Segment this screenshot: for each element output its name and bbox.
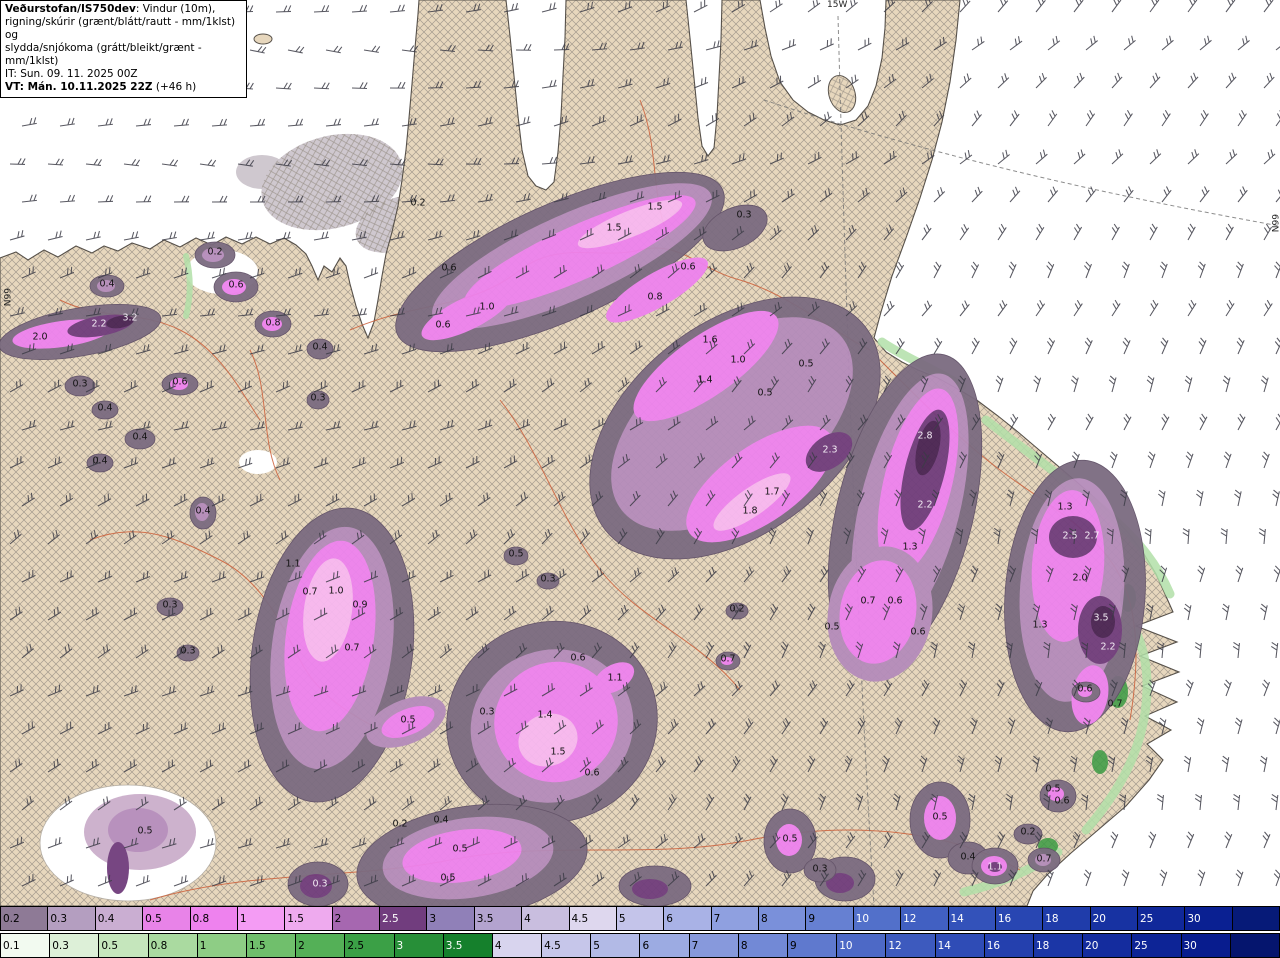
colorbar-cell: 30 xyxy=(1180,934,1230,957)
valid-time-offset: (+46 h) xyxy=(152,81,197,94)
map-graphic xyxy=(0,0,1280,906)
colorbar-cell: 18 xyxy=(1032,934,1083,957)
colorbar-cell: 20 xyxy=(1089,907,1137,930)
colorbar-cell: 3 xyxy=(426,907,474,930)
init-time: IT: Sun. 09. 11. 2025 00Z xyxy=(5,68,138,81)
colorbar-cell: 0.4 xyxy=(94,907,143,930)
colorbar-cell: 1 xyxy=(196,934,246,957)
colorbar-cell: 0.8 xyxy=(147,934,197,957)
rain-colorbar: 0.2 0.3 0.4 0.5 0.8 1 1.5 2 2.5 3 3.5 4 4.5 5 6 7 8 9 10 12… xyxy=(0,906,1280,931)
product-subtitle: : Vindur (10m), xyxy=(135,3,216,15)
sleet-snow-colorbar: 0.1 0.3 0.5 0.8 1 1.5 2 2.5 3 3.5 4 4.5 5 6 7 8 9 10 12 14 1… xyxy=(0,933,1280,958)
colorbar-cell: 0.5 xyxy=(142,907,190,930)
colorbar-cell: 4.5 xyxy=(568,907,616,930)
colorbar-cell: 10 xyxy=(836,934,886,957)
colorbar-cell: 4.5 xyxy=(541,934,591,957)
colorbar-legend: 0.2 0.3 0.4 0.5 0.8 1 1.5 2 2.5 3 3.5 4 4.5 5 6 7 8 9 10 12… xyxy=(0,906,1280,958)
colorbar-cell: 12 xyxy=(900,907,948,930)
colorbar-cell: 6 xyxy=(639,934,689,957)
title-box: Veðurstofan/IS750dev: Vindur (10m), rign… xyxy=(0,0,247,99)
colorbar-cell: 1 xyxy=(236,907,285,930)
colorbar-cell: 2 xyxy=(295,934,345,957)
colorbar-cell: 7 xyxy=(688,934,738,957)
colorbar-cell: 25 xyxy=(1137,907,1185,930)
colorbar-cell: 18 xyxy=(1042,907,1090,930)
weather-forecast-map: 0.2 1.5 1.5 0.3 0.2 0.6 0.6 0.4 0.6 0.8 1.0 2.2 3.2 0… xyxy=(0,0,1280,958)
colorbar-cell: 9 xyxy=(805,907,853,930)
valid-time: VT: Mán. 10.11.2025 22Z xyxy=(5,81,153,94)
colorbar-cell: 0.1 xyxy=(1,934,50,957)
map-canvas: 0.2 1.5 1.5 0.3 0.2 0.6 0.6 0.4 0.6 0.8 1.0 2.2 3.2 0… xyxy=(0,0,1280,906)
colorbar-cell: 0.5 xyxy=(98,934,148,957)
colorbar-cell xyxy=(1229,934,1279,957)
colorbar-cell: 0.3 xyxy=(49,934,99,957)
colorbar-cell: 2 xyxy=(331,907,379,930)
latitude-label-right: 66N xyxy=(1269,214,1279,233)
colorbar-cell: 5 xyxy=(615,907,664,930)
colorbar-cell: 1.5 xyxy=(284,907,332,930)
valid-time-line: VT: Mán. 10.11.2025 22Z (+46 h) xyxy=(5,81,242,94)
colorbar-cell: 14 xyxy=(934,934,984,957)
colorbar-cell: 9 xyxy=(787,934,837,957)
colorbar-cell: 25 xyxy=(1131,934,1181,957)
colorbar-cell: 0.2 xyxy=(1,907,48,930)
colorbar-cell: 6 xyxy=(663,907,711,930)
colorbar-cell: 5 xyxy=(590,934,640,957)
colorbar-cell: 16 xyxy=(983,934,1033,957)
colorbar-cell: 8 xyxy=(758,907,806,930)
colorbar-cell: 3 xyxy=(393,934,443,957)
colorbar-cell xyxy=(1231,907,1280,930)
title-line-1: Veðurstofan/IS750dev: Vindur (10m), xyxy=(5,3,242,16)
colorbar-cell: 8 xyxy=(737,934,787,957)
colorbar-cell: 4 xyxy=(491,934,542,957)
colorbar-cell: 3.5 xyxy=(473,907,522,930)
colorbar-cell: 0.8 xyxy=(189,907,237,930)
legend-line-snow: slydda/snjókoma (grátt/bleikt/grænt - mm… xyxy=(5,42,202,68)
colorbar-cell: 7 xyxy=(710,907,758,930)
colorbar-cell: 12 xyxy=(885,934,935,957)
meridian-label: 15W xyxy=(827,0,848,10)
colorbar-cell: 30 xyxy=(1184,907,1232,930)
colorbar-cell: 2.5 xyxy=(344,934,394,957)
colorbar-cell: 1.5 xyxy=(245,934,296,957)
colorbar-cell: 14 xyxy=(947,907,995,930)
product-name: Veðurstofan/IS750dev xyxy=(5,3,136,15)
colorbar-cell: 16 xyxy=(994,907,1043,930)
legend-line-rain: rigning/skúrir (grænt/blátt/rautt - mm/1… xyxy=(5,16,236,42)
colorbar-cell: 2.5 xyxy=(379,907,427,930)
colorbar-cell: 4 xyxy=(521,907,569,930)
colorbar-cell: 20 xyxy=(1082,934,1132,957)
colorbar-cell: 10 xyxy=(852,907,901,930)
colorbar-cell: 0.3 xyxy=(47,907,95,930)
colorbar-cell: 3.5 xyxy=(442,934,492,957)
latitude-label-left: 66N xyxy=(1,288,11,307)
